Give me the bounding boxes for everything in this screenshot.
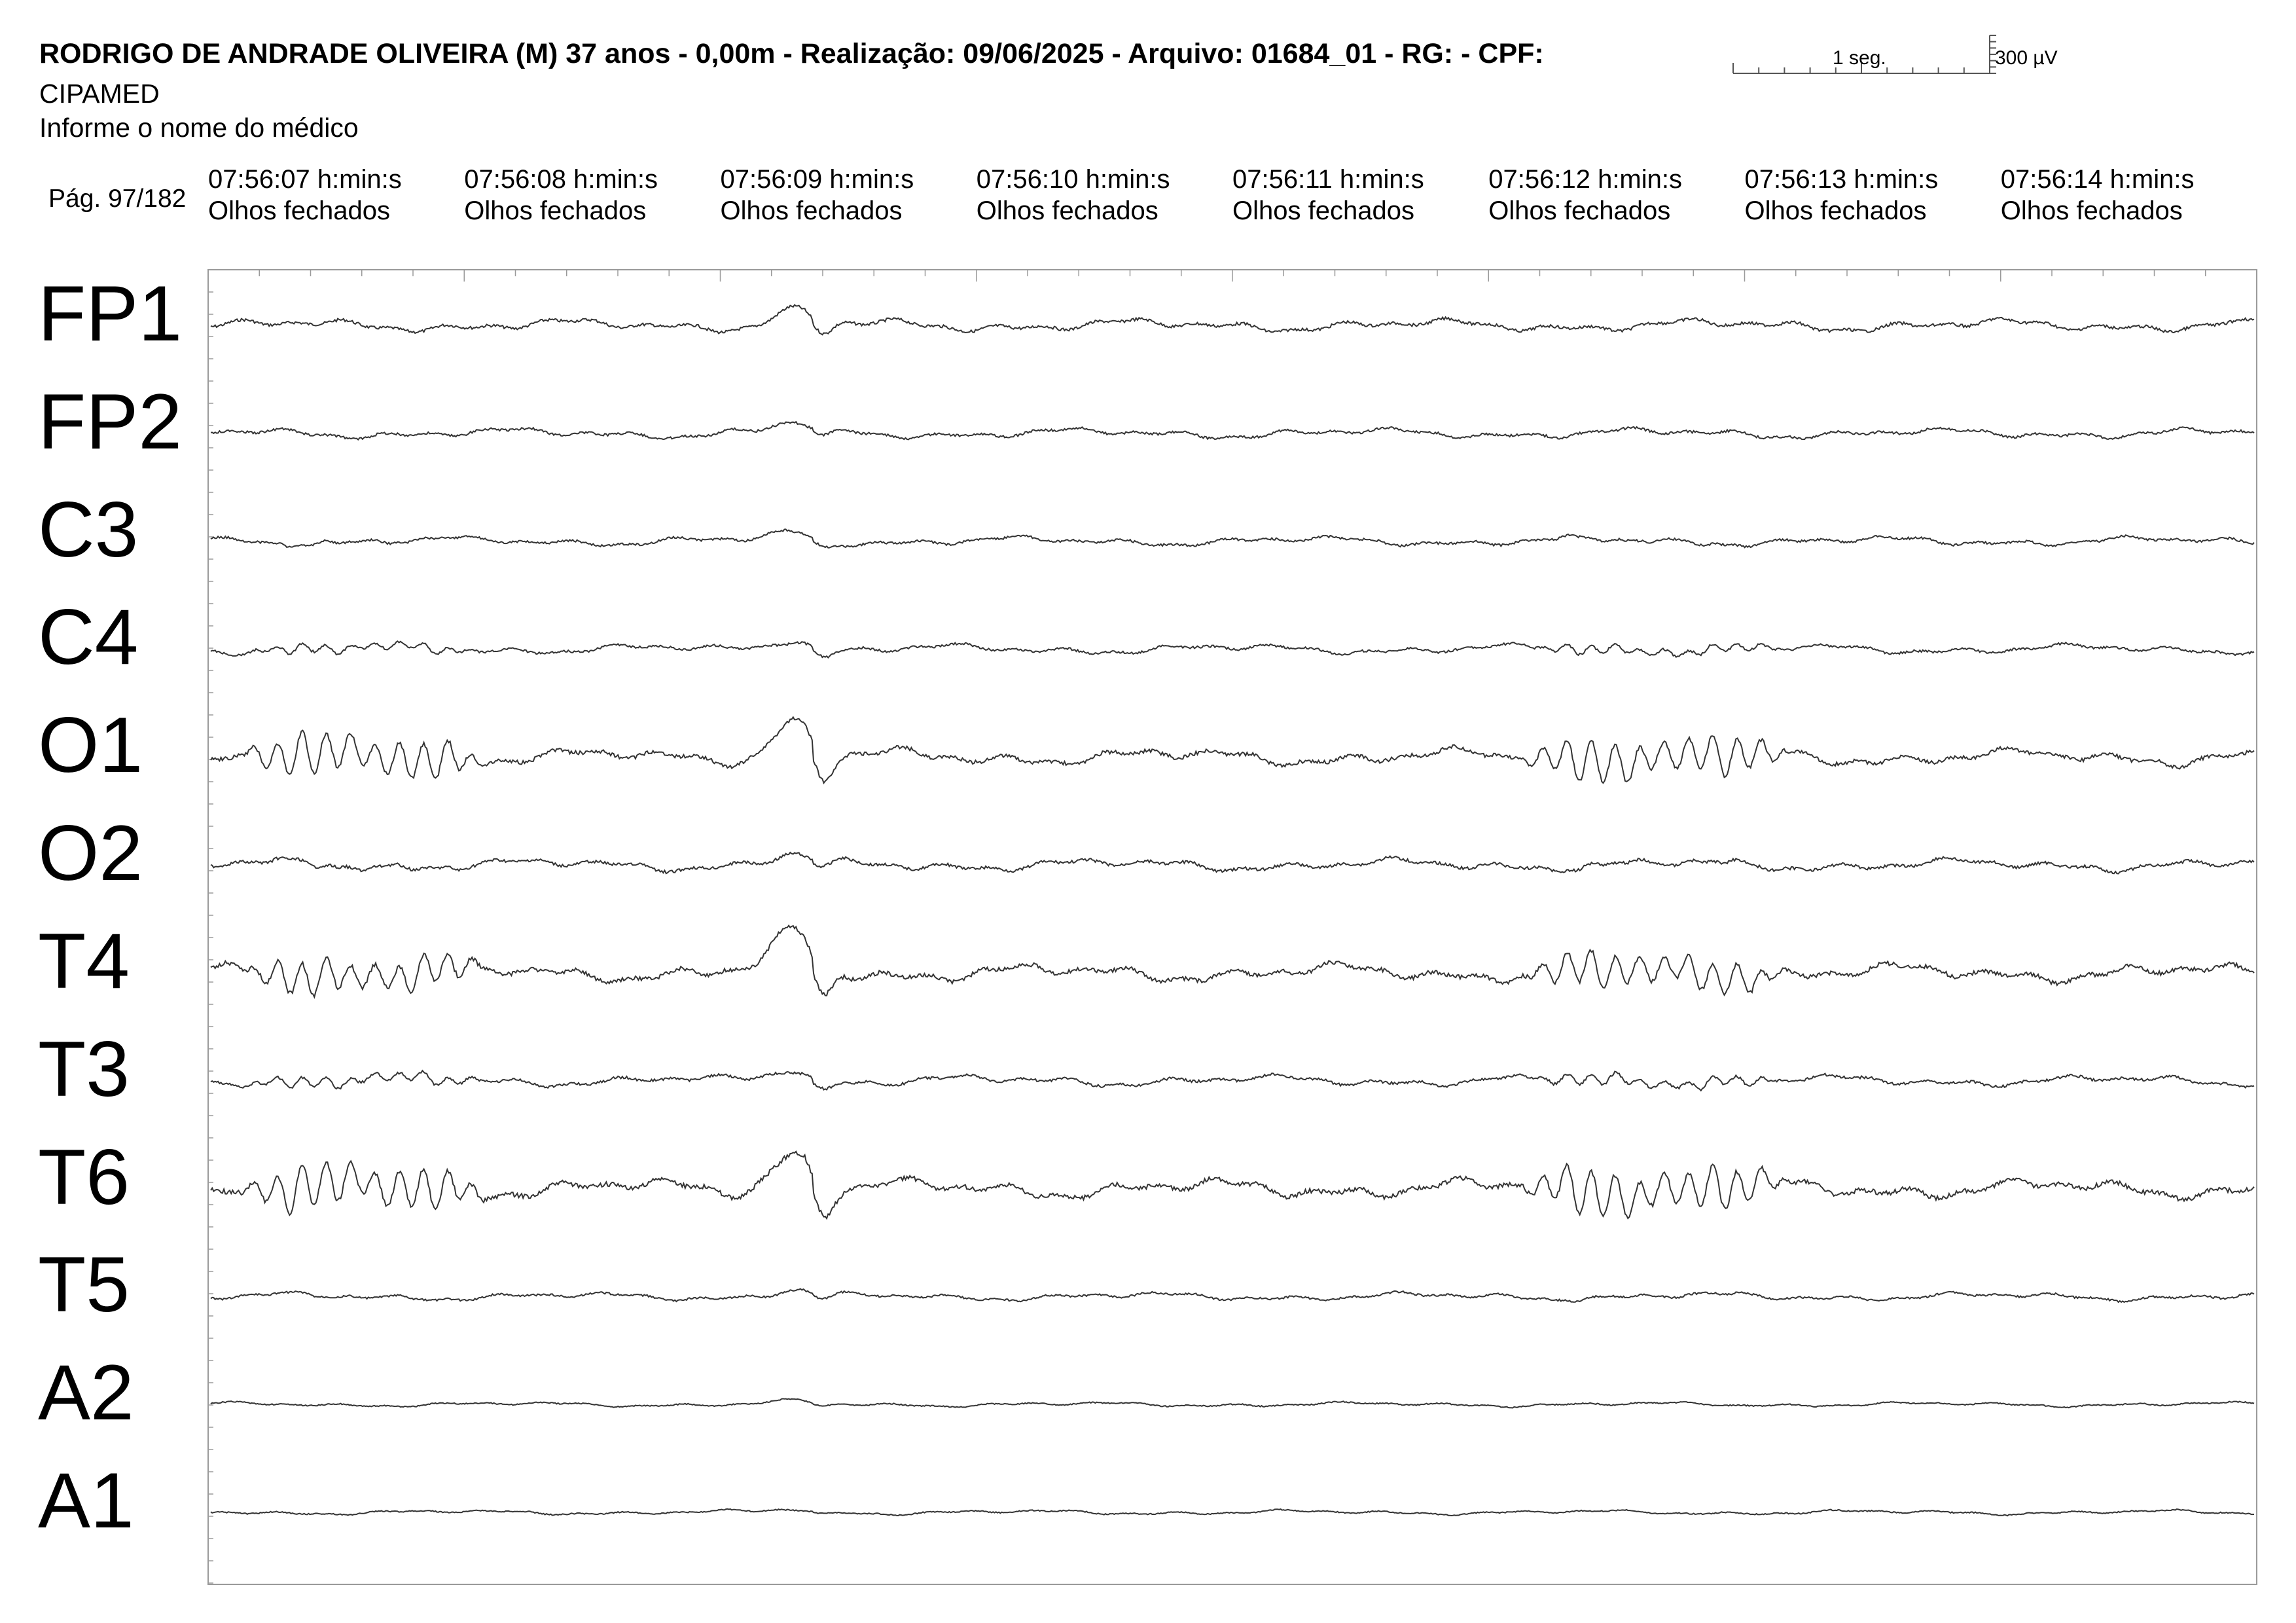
eeg-trace bbox=[210, 716, 2255, 785]
eeg-trace bbox=[210, 1398, 2255, 1409]
eeg-trace bbox=[210, 1508, 2255, 1517]
eeg-chart bbox=[207, 269, 2257, 1585]
eeg-trace bbox=[210, 304, 2255, 336]
eeg-trace bbox=[210, 1150, 2255, 1220]
eeg-trace bbox=[210, 851, 2255, 875]
plot-frame bbox=[207, 269, 2257, 1585]
eeg-trace bbox=[210, 528, 2255, 549]
eeg-trace bbox=[210, 1288, 2255, 1304]
eeg-trace bbox=[210, 640, 2255, 659]
eeg-trace bbox=[210, 1069, 2255, 1092]
eeg-trace bbox=[210, 420, 2255, 441]
eeg-trace bbox=[210, 924, 2255, 999]
